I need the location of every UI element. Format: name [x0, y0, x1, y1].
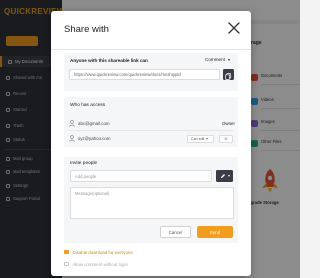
access-row: abc@gmail.com Owner — [64, 118, 238, 130]
access-title: Who has access — [70, 103, 106, 108]
close-icon — [224, 137, 228, 141]
header-divider — [51, 49, 251, 50]
message-input[interactable]: Message(optional) — [70, 187, 234, 219]
user-icon — [69, 120, 75, 127]
close-icon[interactable] — [227, 21, 241, 35]
invite-title: Invite people — [70, 161, 98, 166]
cancel-button[interactable]: Cancel — [160, 226, 191, 238]
shareable-link-field[interactable]: https://www.quickreview.com/quickreview/… — [69, 69, 220, 80]
access-divider — [68, 130, 234, 131]
checkbox-checked-icon[interactable] — [64, 249, 69, 255]
dialog-title: Share with — [64, 24, 109, 35]
access-role-dropdown[interactable]: Can edit — [187, 135, 214, 143]
send-button[interactable]: Send — [197, 226, 233, 238]
access-role-owner: Owner — [222, 121, 235, 126]
pencil-icon — [220, 174, 225, 178]
allow-comment-option[interactable]: Allow comment without login — [64, 260, 128, 268]
link-label: Anyone with this shareable link can — [70, 58, 148, 63]
copy-link-button[interactable] — [223, 69, 234, 80]
chevron-down-icon — [227, 58, 230, 61]
invite-permission-dropdown[interactable] — [216, 170, 233, 182]
access-role-value: Can edit — [191, 137, 205, 141]
shareable-link-section: Anyone with this shareable link can Comm… — [64, 53, 238, 91]
invite-people-section: Invite people Add people Message(optiona… — [64, 157, 238, 243]
access-row: xyz@yahoo.com Can edit — [64, 133, 238, 145]
link-permission-value: Comment — [205, 57, 225, 62]
who-has-access-section: Who has access abc@gmail.com Owner xyz@y… — [64, 97, 238, 147]
copy-icon — [225, 73, 232, 80]
add-people-input[interactable]: Add people — [70, 170, 212, 182]
access-email: xyz@yahoo.com — [78, 136, 111, 141]
chevron-down-icon — [227, 175, 230, 177]
access-email: abc@gmail.com — [78, 121, 110, 126]
option-label: Disable download for everyone — [72, 249, 133, 255]
share-dialog: Share with Anyone with this shareable li… — [51, 11, 251, 276]
checkbox-unchecked-icon[interactable] — [64, 261, 69, 267]
remove-access-button[interactable] — [219, 135, 233, 143]
link-permission-dropdown[interactable]: Comment — [205, 57, 230, 62]
option-label: Allow comment without login — [72, 261, 128, 267]
disable-download-option[interactable]: Disable download for everyone — [64, 248, 133, 256]
user-icon — [69, 135, 75, 142]
chevron-down-icon — [206, 138, 209, 140]
